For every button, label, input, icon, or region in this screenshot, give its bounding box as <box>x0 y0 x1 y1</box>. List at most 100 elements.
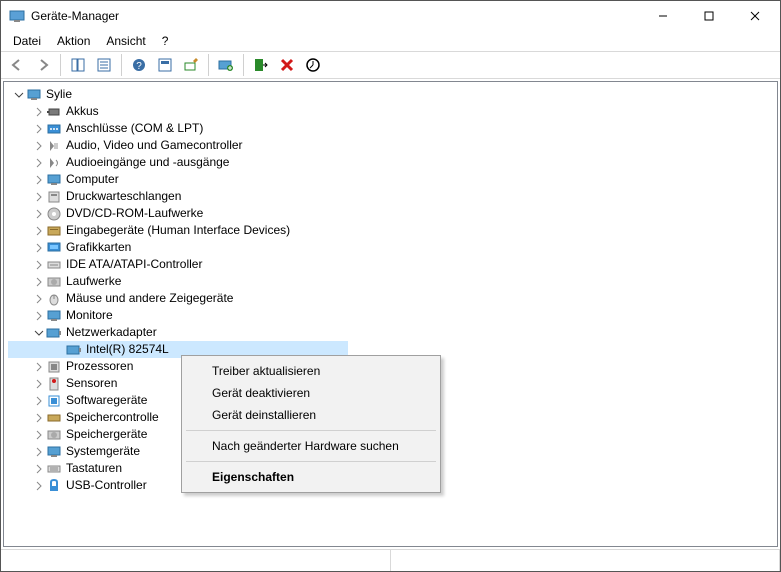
category-icon <box>46 172 62 188</box>
category-icon <box>46 189 62 205</box>
category-icon <box>46 359 62 375</box>
update-driver-button[interactable] <box>214 53 238 77</box>
category-label: Softwaregeräte <box>66 392 147 409</box>
expander-closed-icon[interactable] <box>32 428 46 442</box>
expander-closed-icon[interactable] <box>32 394 46 408</box>
help-button[interactable]: ? <box>127 53 151 77</box>
category-label: Audioeingänge und -ausgänge <box>66 154 229 171</box>
category-row[interactable]: Akkus <box>8 103 773 120</box>
category-label: Speichergeräte <box>66 426 147 443</box>
category-list: AkkusAnschlüsse (COM & LPT)Audio, Video … <box>8 103 773 324</box>
category-label: IDE ATA/ATAPI-Controller <box>66 256 202 273</box>
scan-hardware-button[interactable] <box>179 53 203 77</box>
category-row[interactable]: Eingabegeräte (Human Interface Devices) <box>8 222 773 239</box>
expander-closed-icon[interactable] <box>32 241 46 255</box>
category-icon <box>46 410 62 426</box>
expander-closed-icon[interactable] <box>32 309 46 323</box>
menu-view[interactable]: Ansicht <box>98 32 153 50</box>
expander-closed-icon[interactable] <box>32 411 46 425</box>
expander-placeholder <box>52 343 66 357</box>
expander-closed-icon[interactable] <box>32 292 46 306</box>
maximize-button[interactable] <box>686 1 732 31</box>
category-row[interactable]: Anschlüsse (COM & LPT) <box>8 120 773 137</box>
network-adapter-icon <box>46 325 62 341</box>
category-row[interactable]: Grafikkarten <box>8 239 773 256</box>
properties-button[interactable] <box>92 53 116 77</box>
category-label: Systemgeräte <box>66 443 140 460</box>
category-row[interactable]: Audioeingänge und -ausgänge <box>8 154 773 171</box>
expander-closed-icon[interactable] <box>32 139 46 153</box>
category-label: Netzwerkadapter <box>66 324 157 341</box>
uninstall-device-button[interactable] <box>275 53 299 77</box>
expander-closed-icon[interactable] <box>32 360 46 374</box>
category-label: Computer <box>66 171 119 188</box>
expander-open-icon[interactable] <box>12 88 26 102</box>
expander-closed-icon[interactable] <box>32 462 46 476</box>
expander-closed-icon[interactable] <box>32 275 46 289</box>
category-label: Audio, Video und Gamecontroller <box>66 137 243 154</box>
devices-button[interactable] <box>301 53 325 77</box>
menu-properties[interactable]: Eigenschaften <box>184 466 438 488</box>
back-button[interactable] <box>5 53 29 77</box>
expander-closed-icon[interactable] <box>32 173 46 187</box>
category-row[interactable]: Druckwarteschlangen <box>8 188 773 205</box>
category-label: Eingabegeräte (Human Interface Devices) <box>66 222 290 239</box>
disable-device-button[interactable] <box>249 53 273 77</box>
tree-root-row[interactable]: Sylie <box>8 86 773 103</box>
category-label: Monitore <box>66 307 113 324</box>
status-panel <box>391 550 781 571</box>
expander-closed-icon[interactable] <box>32 258 46 272</box>
expander-closed-icon[interactable] <box>32 105 46 119</box>
category-label: Grafikkarten <box>66 239 131 256</box>
window: Geräte-Manager Datei Aktion Ansicht ? ? <box>0 0 781 572</box>
category-icon <box>46 274 62 290</box>
menu-uninstall-device[interactable]: Gerät deinstallieren <box>184 404 438 426</box>
category-label: Akkus <box>66 103 99 120</box>
toolbar-separator <box>60 54 61 76</box>
menu-separator <box>186 461 436 462</box>
minimize-button[interactable] <box>640 1 686 31</box>
expander-closed-icon[interactable] <box>32 122 46 136</box>
computer-icon <box>26 87 42 103</box>
category-label: Sensoren <box>66 375 117 392</box>
category-label: Druckwarteschlangen <box>66 188 181 205</box>
menu-help[interactable]: ? <box>154 32 177 50</box>
category-row[interactable]: Audio, Video und Gamecontroller <box>8 137 773 154</box>
expander-closed-icon[interactable] <box>32 445 46 459</box>
category-icon <box>46 155 62 171</box>
category-icon <box>46 376 62 392</box>
expander-closed-icon[interactable] <box>32 190 46 204</box>
category-icon <box>46 444 62 460</box>
category-row[interactable]: DVD/CD-ROM-Laufwerke <box>8 205 773 222</box>
menu-disable-device[interactable]: Gerät deaktivieren <box>184 382 438 404</box>
expander-closed-icon[interactable] <box>32 479 46 493</box>
category-row[interactable]: Mäuse und andere Zeigegeräte <box>8 290 773 307</box>
menubar: Datei Aktion Ansicht ? <box>1 31 780 51</box>
category-icon <box>46 138 62 154</box>
category-icon <box>46 257 62 273</box>
close-button[interactable] <box>732 1 778 31</box>
menu-update-driver[interactable]: Treiber aktualisieren <box>184 360 438 382</box>
menu-file[interactable]: Datei <box>5 32 49 50</box>
category-label: Mäuse und andere Zeigegeräte <box>66 290 233 307</box>
menu-scan-hardware[interactable]: Nach geänderter Hardware suchen <box>184 435 438 457</box>
category-row[interactable]: Computer <box>8 171 773 188</box>
category-icon <box>46 427 62 443</box>
show-hide-tree-button[interactable] <box>66 53 90 77</box>
expander-closed-icon[interactable] <box>32 207 46 221</box>
category-network[interactable]: Netzwerkadapter <box>8 324 773 341</box>
category-row[interactable]: Monitore <box>8 307 773 324</box>
category-row[interactable]: IDE ATA/ATAPI-Controller <box>8 256 773 273</box>
expander-closed-icon[interactable] <box>32 224 46 238</box>
expander-open-icon[interactable] <box>32 326 46 340</box>
category-label: USB-Controller <box>66 477 147 494</box>
forward-button[interactable] <box>31 53 55 77</box>
menu-separator <box>186 430 436 431</box>
menu-action[interactable]: Aktion <box>49 32 98 50</box>
context-menu: Treiber aktualisieren Gerät deaktivieren… <box>181 355 441 493</box>
category-icon <box>46 104 62 120</box>
expander-closed-icon[interactable] <box>32 156 46 170</box>
expander-closed-icon[interactable] <box>32 377 46 391</box>
category-row[interactable]: Laufwerke <box>8 273 773 290</box>
action-button[interactable] <box>153 53 177 77</box>
